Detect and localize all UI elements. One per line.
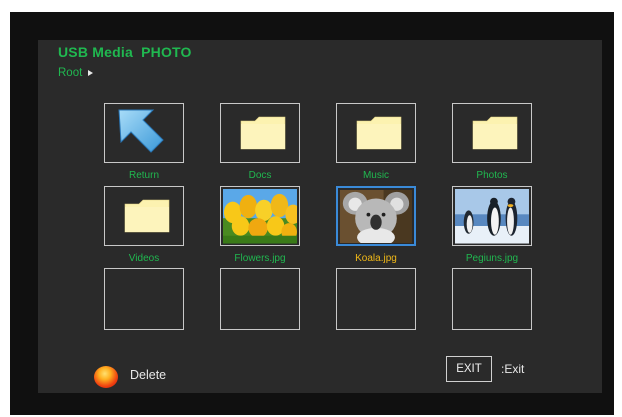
folder-icon	[240, 116, 286, 150]
exit-hint-label: :Exit	[501, 362, 525, 376]
tile-folder-videos[interactable]	[104, 186, 184, 246]
breadcrumb[interactable]: Root	[58, 67, 94, 79]
tile-image-penguins[interactable]	[452, 186, 532, 246]
tile-empty	[336, 268, 416, 330]
tile-caption-selected: Koala.jpg	[355, 253, 397, 264]
tile-folder-docs[interactable]	[220, 103, 300, 163]
tile-caption: Music	[362, 170, 390, 181]
page-title: USB Media PHOTO	[58, 44, 192, 60]
breadcrumb-root[interactable]: Root	[58, 67, 82, 79]
tile-image-koala[interactable]	[336, 186, 416, 246]
tile-folder-photos[interactable]	[452, 103, 532, 163]
folder-icon	[356, 116, 402, 150]
tile-caption: Docs	[248, 170, 272, 181]
tile-folder-music[interactable]	[336, 103, 416, 163]
tile-empty	[220, 268, 300, 330]
tulips-thumbnail	[223, 189, 297, 244]
exit-button[interactable]: EXIT	[446, 356, 492, 382]
tile-empty	[452, 268, 532, 330]
folder-icon	[124, 199, 170, 233]
chevron-right-icon	[88, 70, 94, 76]
tile-image-flowers[interactable]	[220, 186, 300, 246]
delete-hint-label: Delete	[130, 368, 167, 382]
back-arrow-icon	[118, 109, 164, 153]
tile-caption: Flowers.jpg	[234, 253, 286, 264]
tile-return[interactable]	[104, 103, 184, 163]
tile-caption: Videos	[128, 253, 160, 264]
tile-caption: Photos	[476, 170, 508, 181]
koala-thumbnail	[340, 190, 412, 244]
tile-caption: Return	[128, 170, 159, 181]
folder-icon	[472, 116, 518, 150]
tile-caption: Pegiuns.jpg	[465, 253, 519, 264]
penguins-thumbnail	[455, 189, 529, 244]
red-button-icon[interactable]	[94, 366, 118, 388]
tile-empty	[104, 268, 184, 330]
